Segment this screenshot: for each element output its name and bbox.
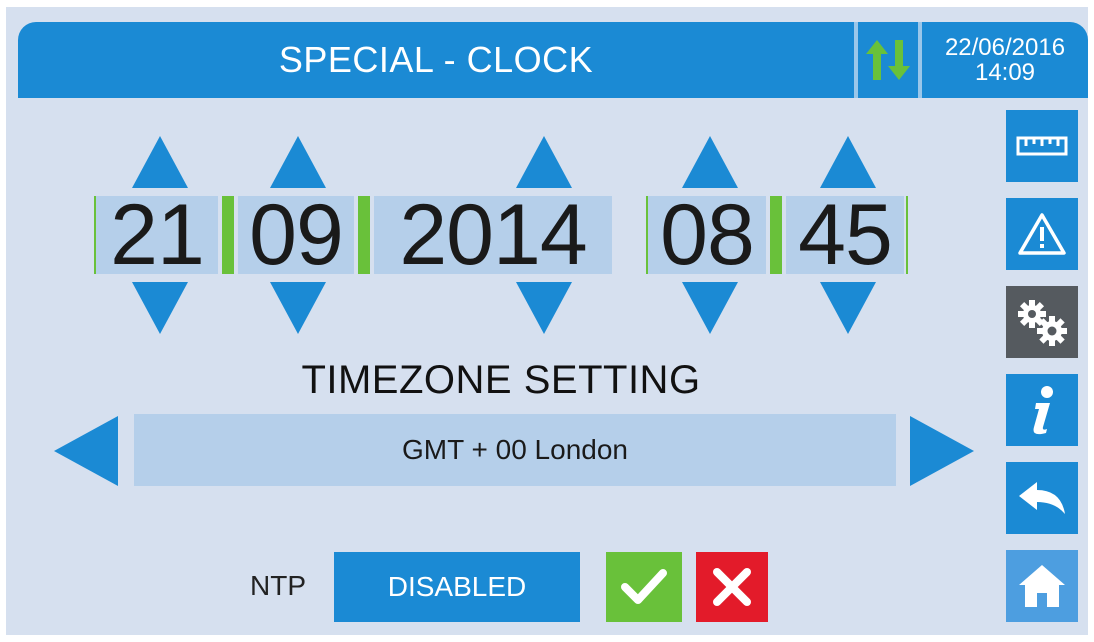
info-icon — [1033, 386, 1053, 435]
close-icon — [713, 568, 751, 606]
page-title: SPECIAL - CLOCK — [278, 39, 594, 80]
field-divider — [906, 196, 908, 274]
ntp-label: NTP — [250, 570, 306, 601]
hour-up-arrow[interactable] — [682, 136, 738, 188]
sidebar-item-info[interactable] — [1006, 374, 1078, 446]
confirm-button[interactable] — [606, 552, 682, 622]
warning-icon — [1018, 213, 1066, 255]
timezone-selector[interactable]: GMT + 00 London — [134, 414, 896, 486]
day-field[interactable]: 21 — [96, 192, 218, 278]
current-time: 14:09 — [974, 59, 1036, 86]
timezone-heading: TIMEZONE SETTING — [301, 358, 701, 402]
cancel-button[interactable] — [696, 552, 768, 622]
year-field[interactable]: 2014 — [374, 192, 612, 278]
sync-arrows-icon — [866, 40, 910, 80]
day-down-arrow[interactable] — [132, 282, 188, 334]
sidebar-item-measurements[interactable] — [1006, 110, 1078, 182]
sidebar-item-settings[interactable] — [1006, 286, 1078, 358]
back-icon — [1019, 482, 1065, 514]
month-field[interactable]: 09 — [238, 192, 354, 278]
minute-field[interactable]: 45 — [786, 192, 904, 278]
hour-down-arrow[interactable] — [682, 282, 738, 334]
month-down-arrow[interactable] — [270, 282, 326, 334]
datetime-display: 22/06/2016 14:09 — [922, 22, 1088, 98]
day-up-arrow[interactable] — [132, 136, 188, 188]
timezone-prev-arrow[interactable] — [54, 416, 118, 486]
sync-indicator[interactable] — [858, 22, 918, 98]
gears-icon — [1018, 300, 1067, 346]
hour-field[interactable]: 08 — [648, 192, 766, 278]
ntp-toggle-button[interactable]: DISABLED — [334, 552, 580, 622]
home-icon — [1019, 565, 1065, 607]
header-bar: SPECIAL - CLOCK — [18, 22, 854, 98]
year-down-arrow[interactable] — [516, 282, 572, 334]
year-up-arrow[interactable] — [516, 136, 572, 188]
field-divider — [358, 196, 370, 274]
sidebar-item-alarms[interactable] — [1006, 198, 1078, 270]
sidebar-item-home[interactable] — [1006, 550, 1078, 622]
sidebar-item-back[interactable] — [1006, 462, 1078, 534]
field-divider — [222, 196, 234, 274]
field-divider — [770, 196, 782, 274]
month-up-arrow[interactable] — [270, 136, 326, 188]
minute-down-arrow[interactable] — [820, 282, 876, 334]
minute-up-arrow[interactable] — [820, 136, 876, 188]
ruler-icon — [1016, 136, 1068, 156]
current-date: 22/06/2016 — [944, 34, 1066, 61]
checkmark-icon — [621, 569, 667, 604]
timezone-next-arrow[interactable] — [910, 416, 974, 486]
